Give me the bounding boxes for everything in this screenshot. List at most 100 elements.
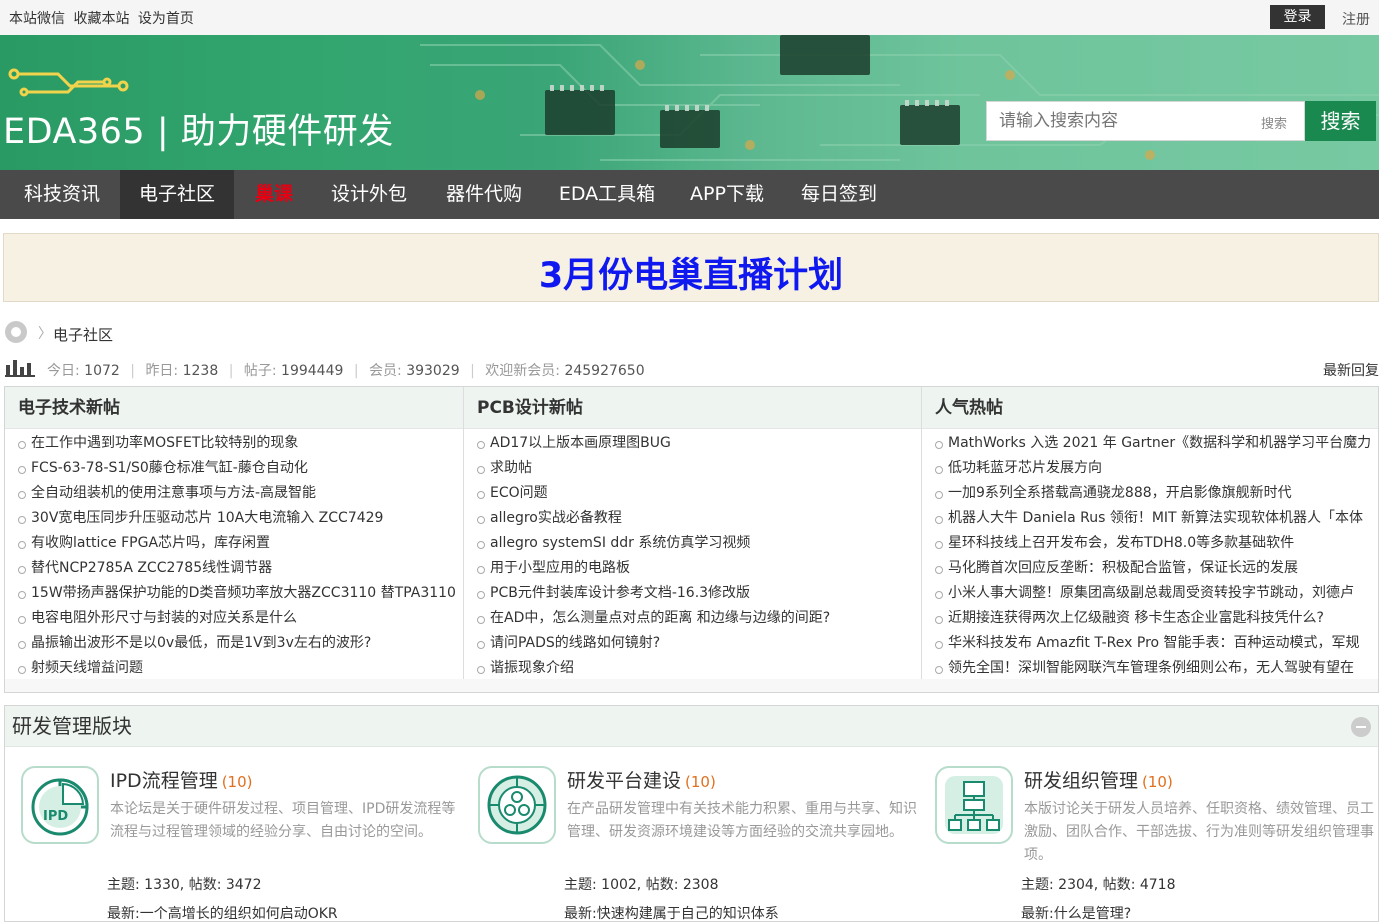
board-stats: 主题: 1002, 帖数: 2308 xyxy=(564,877,719,893)
nav-item-eda-toolbox[interactable]: EDA工具箱 xyxy=(544,170,670,219)
column-pcb-new: PCB设计新帖 AD17以上版本画原理图BUG 求助帖 ECO问题 allegr… xyxy=(464,387,921,679)
search-type-selector[interactable]: 搜索 xyxy=(1261,113,1287,132)
stats-welcome-label: 欢迎新会员: xyxy=(485,363,560,379)
nav-item-component-purchase[interactable]: 器件代购 xyxy=(424,170,544,219)
breadcrumb-current[interactable]: 电子社区 xyxy=(53,324,113,345)
post-link[interactable]: 用于小型应用的电路板 xyxy=(464,556,921,581)
board-stats: 主题: 1330, 帖数: 3472 xyxy=(107,877,262,893)
stats-new-member[interactable]: 245927650 xyxy=(564,363,644,379)
post-link[interactable]: 小米人事大调整！原集团高级副总裁周受资转投字节跳动，刘德卢 xyxy=(922,581,1378,606)
stats-today-label: 今日: xyxy=(47,363,80,379)
search-input[interactable] xyxy=(999,111,1249,131)
board-latest-post[interactable]: 最新:什么是管理? xyxy=(1021,903,1131,922)
column-title[interactable]: 人气热帖 xyxy=(922,387,1378,429)
chevron-right-icon: 〉 xyxy=(38,326,52,342)
logo-circuit-icon xyxy=(8,68,129,97)
nav-item-app-download[interactable]: APP下载 xyxy=(670,170,784,219)
post-link[interactable]: 电容电阻外形尺寸与封装的对应关系是什么 xyxy=(5,606,463,631)
column-hot-posts: 人气热帖 MathWorks 入选 2021 年 Gartner《数据科学和机器… xyxy=(922,387,1378,679)
separator: | xyxy=(353,363,359,379)
post-link[interactable]: allegro systemSI ddr 系统仿真学习视频 xyxy=(464,531,921,556)
stats-yesterday: 1238 xyxy=(182,363,219,379)
column-electronics-new: 电子技术新帖 在工作中遇到功率MOSFET比较特别的现象 FCS-63-78-S… xyxy=(5,387,463,679)
section-header: 研发管理版块 xyxy=(5,706,1378,747)
post-link[interactable]: 在AD中，怎么测量点对点的距离 和边缘与边缘的间距? xyxy=(464,606,921,631)
column-title[interactable]: PCB设计新帖 xyxy=(464,387,921,429)
ipd-pie-icon[interactable]: IPD xyxy=(21,766,99,844)
post-link[interactable]: PCB元件封装库设计参考文档-16.3修改版 xyxy=(464,581,921,606)
collapse-icon[interactable] xyxy=(1351,717,1371,737)
search-box: 搜索 xyxy=(986,101,1305,141)
stats-members-label: 会员: xyxy=(369,363,402,379)
wechat-link[interactable]: 本站微信 xyxy=(9,11,65,27)
stats-posts-label: 帖子: xyxy=(243,363,277,379)
post-link[interactable]: FCS-63-78-S1/S0藤仓标准气缸-藤仓自动化 xyxy=(5,456,463,481)
post-link[interactable]: 晶振输出波形不是以0v最低，而是1V到3v左右的波形? xyxy=(5,631,463,656)
platform-network-icon[interactable] xyxy=(478,766,556,844)
post-link[interactable]: 马化腾首次回应反垄断：积极配合监管，保证长远的发展 xyxy=(922,556,1378,581)
board-title[interactable]: 研发组织管理 (10) xyxy=(1024,766,1173,793)
post-link[interactable]: 求助帖 xyxy=(464,456,921,481)
board-title[interactable]: 研发平台建设 (10) xyxy=(567,766,716,793)
post-link[interactable]: 在工作中遇到功率MOSFET比较特别的现象 xyxy=(5,431,463,456)
nav-item-tech-news[interactable]: 科技资讯 xyxy=(4,170,120,219)
post-link[interactable]: 近期接连获得两次上亿级融资 移卡生态企业富匙科技凭什么? xyxy=(922,606,1378,631)
board-name[interactable]: 研发组织管理 xyxy=(1024,770,1138,792)
board-latest-post[interactable]: 最新:一个高增长的组织如何启动OKR xyxy=(107,903,338,922)
bar-chart-icon xyxy=(5,360,35,377)
search-button[interactable]: 搜索 xyxy=(1305,101,1376,141)
nav-item-chaoke[interactable]: 巢课 xyxy=(234,170,314,219)
post-link[interactable]: ECO问题 xyxy=(464,481,921,506)
board-description: 本论坛是关于硬件研发过程、项目管理、IPD研发流程等流程与过程管理领域的经验分享… xyxy=(110,801,456,840)
register-link[interactable]: 注册 xyxy=(1342,9,1370,29)
set-homepage-link[interactable]: 设为首页 xyxy=(138,11,194,27)
post-link[interactable]: 华米科技发布 Amazfit T-Rex Pro 智能手表：百种运动模式，军规 xyxy=(922,631,1378,656)
post-columns: 电子技术新帖 在工作中遇到功率MOSFET比较特别的现象 FCS-63-78-S… xyxy=(4,386,1379,693)
column-title[interactable]: 电子技术新帖 xyxy=(5,387,463,429)
post-link[interactable]: 谐振现象介绍 xyxy=(464,656,921,681)
board-name[interactable]: 研发平台建设 xyxy=(567,770,681,792)
org-chart-icon[interactable] xyxy=(935,766,1013,844)
board-latest-post[interactable]: 最新:快速构建属于自己的知识体系 xyxy=(564,903,779,922)
section-title[interactable]: 研发管理版块 xyxy=(12,714,132,738)
forum-stats: 今日: 1072 | 昨日: 1238 | 帖子: 1994449 | 会员: … xyxy=(5,357,1379,379)
post-link[interactable]: 15W带扬声器保护功能的D类音频功率放大器ZCC3110 替TPA3110 xyxy=(5,581,463,606)
post-link[interactable]: 低功耗蓝牙芯片发展方向 xyxy=(922,456,1378,481)
board-stats: 主题: 2304, 帖数: 4718 xyxy=(1021,877,1176,893)
post-link[interactable]: 一加9系列全系搭载高通骁龙888，开启影像旗舰新时代 xyxy=(922,481,1378,506)
stats-yesterday-label: 昨日: xyxy=(145,363,179,379)
main-nav: 科技资讯 电子社区 巢课 设计外包 器件代购 EDA工具箱 APP下载 每日签到 xyxy=(0,170,1379,219)
post-link[interactable]: 30V宽电压同步升压驱动芯片 10A大电流输入 ZCC7429 xyxy=(5,506,463,531)
board-card: IPD IPD流程管理 (10) 本论坛是关于硬件研发过程、项目管理、IPD研发流… xyxy=(21,766,461,922)
post-link[interactable]: 有收购lattice FPGA芯片吗，库存闲置 xyxy=(5,531,463,556)
post-link[interactable]: 机器人大牛 Daniela Rus 领衔！MIT 新算法实现软体机器人「本体 xyxy=(922,506,1378,531)
login-button[interactable]: 登录 xyxy=(1270,5,1325,29)
stats-members: 393029 xyxy=(406,363,460,379)
board-description: 本版讨论关于研发人员培养、任职资格、绩效管理、员工激励、团队合作、干部选拔、行为… xyxy=(1024,801,1374,863)
post-link[interactable]: 请问PADS的线路如何镜射? xyxy=(464,631,921,656)
separator: | xyxy=(228,363,234,379)
post-link[interactable]: 替代NCP2785A ZCC2785线性调节器 xyxy=(5,556,463,581)
post-link[interactable]: AD17以上版本画原理图BUG xyxy=(464,431,921,456)
bookmark-link[interactable]: 收藏本站 xyxy=(73,11,129,27)
nav-item-community[interactable]: 电子社区 xyxy=(120,170,234,219)
promo-banner[interactable]: 3月份电巢直播计划 xyxy=(3,233,1379,302)
nav-item-design-outsourcing[interactable]: 设计外包 xyxy=(314,170,424,219)
promo-title: 3月份电巢直播计划 xyxy=(538,256,844,296)
board-name[interactable]: IPD流程管理 xyxy=(110,770,218,792)
post-link[interactable]: 射频天线增益问题 xyxy=(5,656,463,681)
post-link[interactable]: MathWorks 入选 2021 年 Gartner《数据科学和机器学习平台魔… xyxy=(922,431,1378,456)
board-title[interactable]: IPD流程管理 (10) xyxy=(110,766,253,793)
forum-section-rd-management: 研发管理版块 IPD IPD流程管理 (10) 本论坛是关于硬件研发过程、项目管理… xyxy=(4,705,1379,922)
top-links: 本站微信 收藏本站 设为首页 xyxy=(9,8,198,28)
home-icon[interactable] xyxy=(5,321,27,343)
post-link[interactable]: 全自动组装机的使用注意事项与方法-高晟智能 xyxy=(5,481,463,506)
site-logo[interactable]: EDA365 | 助力硬件研发 xyxy=(3,103,394,154)
latest-reply-link[interactable]: 最新回复 xyxy=(1323,360,1379,380)
board-today-count: (10) xyxy=(221,773,253,791)
post-link[interactable]: allegro实战必备教程 xyxy=(464,506,921,531)
post-link[interactable]: 星环科技线上召开发布会，发布TDH8.0等多款基础软件 xyxy=(922,531,1378,556)
nav-item-daily-checkin[interactable]: 每日签到 xyxy=(784,170,894,219)
post-link[interactable]: 领先全国！深圳智能网联汽车管理条例细则公布，无人驾驶有望在 xyxy=(922,656,1378,681)
board-card: 研发组织管理 (10) 本版讨论关于研发人员培养、任职资格、绩效管理、员工激励、团… xyxy=(935,766,1375,922)
